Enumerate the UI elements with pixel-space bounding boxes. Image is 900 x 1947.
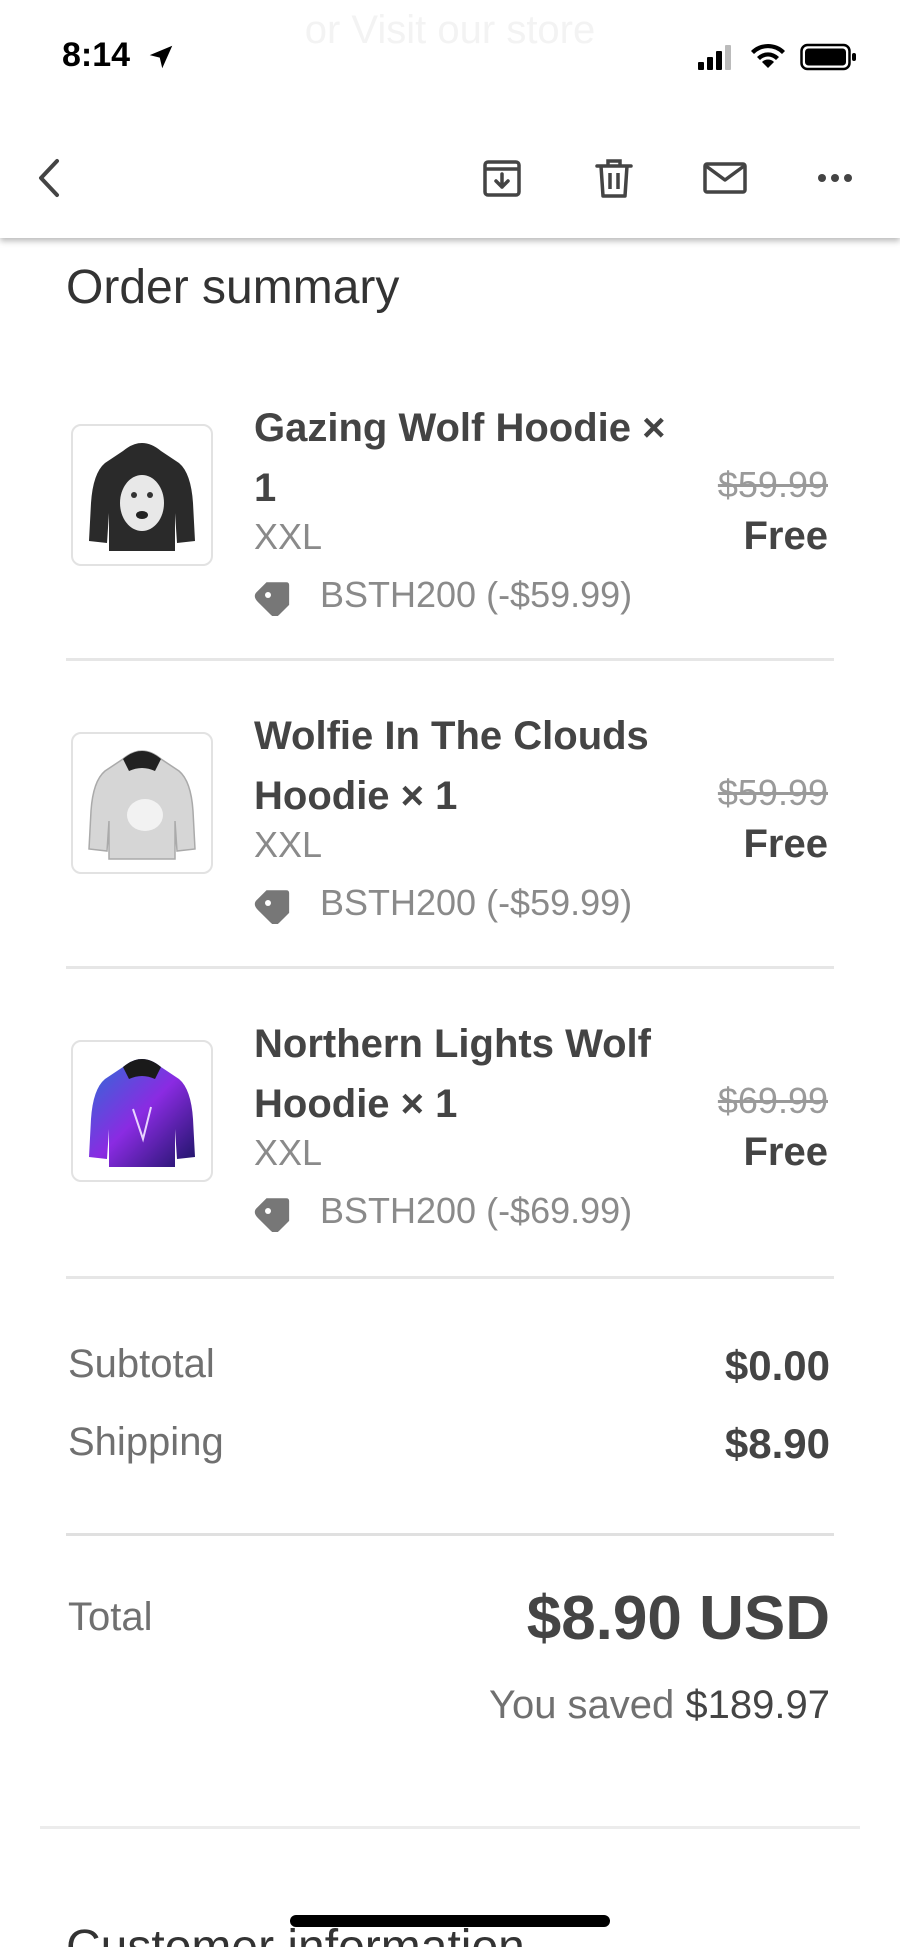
cellular-signal-icon	[698, 45, 731, 70]
total-label: Total	[68, 1595, 153, 1639]
shipping-value: $8.90	[724, 1420, 830, 1467]
item-name: Northern Lights Wolf Hoodie × 1	[254, 1022, 651, 1126]
discount-text: BSTH200 (-$59.99)	[320, 882, 633, 923]
item-divider	[66, 658, 834, 661]
delete-button[interactable]	[584, 148, 644, 208]
discount-code: BSTH200 (-$59.99)	[254, 574, 632, 616]
product-thumbnail[interactable]	[71, 1040, 213, 1182]
order-item: Gazing Wolf Hoodie × 1 XXL BSTH200 (-$59…	[66, 384, 834, 692]
status-time: 8:14	[62, 36, 131, 74]
item-name: Wolfie In The Clouds Hoodie × 1	[254, 714, 649, 818]
product-thumbnail[interactable]	[71, 732, 213, 874]
back-chevron-icon	[39, 159, 59, 197]
totals-divider	[66, 1533, 834, 1536]
more-options-button[interactable]	[805, 148, 865, 208]
tag-icon	[254, 1198, 290, 1232]
final-price: Free	[743, 514, 829, 558]
section-divider	[40, 1826, 860, 1829]
discount-code: BSTH200 (-$69.99)	[254, 1190, 632, 1232]
savings-amount: $189.97	[685, 1683, 830, 1727]
hoodie-image	[89, 443, 195, 551]
mail-toolbar	[0, 118, 900, 238]
back-button[interactable]	[20, 148, 80, 208]
tag-icon	[254, 582, 290, 616]
final-price: Free	[743, 1130, 829, 1174]
final-price: Free	[743, 822, 829, 866]
savings-line: You saved $189.97	[489, 1683, 830, 1728]
original-price: $59.99	[717, 772, 828, 813]
subtotal-value: $0.00	[724, 1342, 830, 1389]
home-indicator[interactable]	[290, 1915, 610, 1927]
status-bar: or Visit our store 8:14	[0, 0, 900, 118]
archive-icon	[483, 160, 521, 197]
archive-button[interactable]	[472, 148, 532, 208]
total-amount: $8.90 USD	[526, 1584, 830, 1653]
location-arrow-icon	[149, 45, 173, 69]
product-thumbnail[interactable]	[71, 424, 213, 566]
discount-text: BSTH200 (-$69.99)	[320, 1190, 633, 1231]
hoodie-image	[88, 750, 196, 860]
wifi-icon	[751, 43, 785, 68]
item-divider	[66, 966, 834, 969]
more-icon	[818, 174, 852, 182]
battery-icon	[800, 43, 856, 71]
shipping-label: Shipping	[68, 1420, 224, 1464]
hoodie-image	[89, 1059, 195, 1167]
email-order-view: or Visit our store 8:14 Order summary Ga…	[0, 0, 900, 1947]
tag-icon	[254, 890, 290, 924]
mark-unread-button[interactable]	[695, 148, 755, 208]
subtotal-label: Subtotal	[68, 1342, 215, 1386]
order-item: Wolfie In The Clouds Hoodie × 1 XXL BSTH…	[66, 692, 834, 1000]
trash-icon	[595, 159, 633, 198]
original-price: $69.99	[717, 1080, 828, 1121]
item-name: Gazing Wolf Hoodie × 1	[254, 406, 666, 510]
order-item: Northern Lights Wolf Hoodie × 1 XXL BSTH…	[66, 1000, 834, 1308]
order-summary-title: Order summary	[66, 261, 400, 314]
items-end-divider	[66, 1276, 834, 1279]
item-variant: XXL	[254, 824, 323, 865]
mail-icon	[703, 162, 747, 194]
item-variant: XXL	[254, 1132, 323, 1173]
discount-code: BSTH200 (-$59.99)	[254, 882, 632, 924]
discount-text: BSTH200 (-$59.99)	[320, 574, 633, 615]
original-price: $59.99	[717, 464, 828, 505]
savings-prefix: You saved	[488, 1683, 686, 1727]
item-variant: XXL	[254, 516, 323, 557]
